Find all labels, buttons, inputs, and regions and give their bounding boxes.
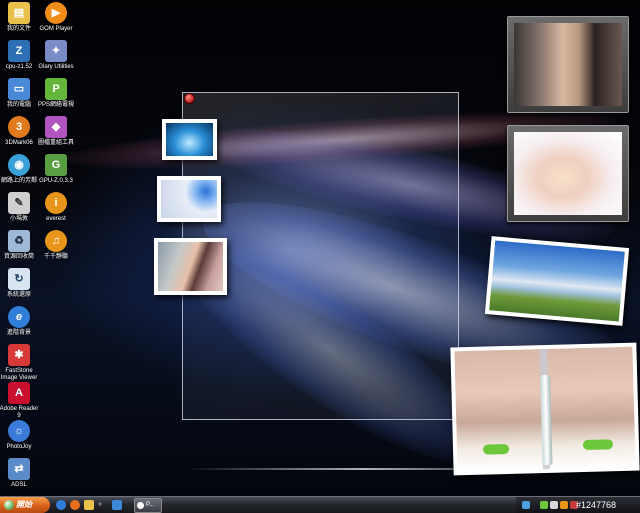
desktop[interactable]: ▤ 我的文件 ▶ GOM Player Z cpu-z1.52 ✦ Glary … bbox=[0, 0, 640, 496]
faststone-icon[interactable]: ✱ FastStone Image Viewer bbox=[1, 344, 37, 382]
green-shoe-left bbox=[482, 443, 510, 455]
taskbar-program-button[interactable]: P... bbox=[134, 498, 162, 513]
antivirus-tray-icon[interactable] bbox=[540, 501, 548, 509]
red-pin-icon bbox=[184, 93, 195, 104]
photo-sky-landscape[interactable] bbox=[484, 236, 630, 326]
green-shoe-right bbox=[582, 439, 614, 451]
system-restore-icon[interactable]: ↻ 系統還原 bbox=[1, 268, 37, 299]
3dmark-icon[interactable]: 3 3DMark06 bbox=[1, 116, 37, 147]
adsl-icon[interactable]: ⇄ ADSL bbox=[1, 458, 37, 489]
thumbnail-girl-photo[interactable] bbox=[154, 238, 227, 295]
network-places-icon[interactable]: ◉ 網路上的芳鄰 bbox=[1, 154, 37, 185]
photo-collage[interactable] bbox=[450, 342, 640, 476]
explorer-quicklaunch-icon[interactable] bbox=[84, 500, 94, 510]
display-tray-icon[interactable] bbox=[560, 501, 568, 509]
everest-icon[interactable]: i everest bbox=[38, 192, 74, 223]
pps-icon[interactable]: P PPS網絡電視 bbox=[38, 78, 74, 109]
chevron-icon[interactable]: » bbox=[98, 500, 104, 510]
photojoy-icon[interactable]: ☼ PhotoJoy bbox=[1, 420, 37, 451]
start-button[interactable]: 開始 bbox=[0, 497, 50, 513]
cpu-z-icon[interactable]: Z cpu-z1.52 bbox=[1, 40, 37, 71]
volume-tray-icon[interactable] bbox=[550, 501, 558, 509]
gpu-z-icon[interactable]: G GPU-Z.0.3.3 bbox=[38, 154, 74, 185]
adobe-reader-icon[interactable]: A Adobe Reader 9 bbox=[0, 382, 38, 420]
my-computer-icon[interactable]: ▭ 我的電腦 bbox=[1, 78, 37, 109]
network-tray-icon[interactable] bbox=[522, 501, 530, 509]
my-documents-icon[interactable]: ▤ 我的文件 bbox=[1, 2, 37, 33]
windows-logo-icon bbox=[4, 500, 14, 510]
recycle-bin-icon[interactable]: ♻ 資源回收筒 bbox=[1, 230, 37, 261]
gom-player-icon[interactable]: ▶ GOM Player bbox=[38, 2, 74, 33]
photo-frame-top-right[interactable] bbox=[507, 16, 629, 113]
ie-quicklaunch-icon[interactable] bbox=[56, 500, 66, 510]
internet-explorer-icon[interactable]: e 進階背景 bbox=[1, 306, 37, 337]
thumbnail-blue-light[interactable] bbox=[162, 119, 217, 160]
firefox-quicklaunch-icon[interactable] bbox=[70, 500, 80, 510]
image-tool-icon[interactable]: ◆ 圖檔重組工具 bbox=[38, 116, 74, 147]
qianqian-icon[interactable]: ♫ 千千靜聽 bbox=[38, 230, 74, 261]
glary-utilities-icon[interactable]: ✦ Glary Utilities bbox=[38, 40, 74, 71]
thumbnail-blue-abstract[interactable] bbox=[157, 176, 221, 222]
show-desktop-quicklaunch-icon[interactable] bbox=[112, 500, 122, 510]
photo-frame-middle-right[interactable] bbox=[507, 125, 629, 222]
taskbar: 開始 » P... #1247768 bbox=[0, 496, 640, 513]
xiao-mamu-icon[interactable]: ✎ 小瑪敦 bbox=[1, 192, 37, 223]
clock[interactable]: #1247768 bbox=[576, 497, 616, 513]
program-icon bbox=[137, 502, 144, 509]
